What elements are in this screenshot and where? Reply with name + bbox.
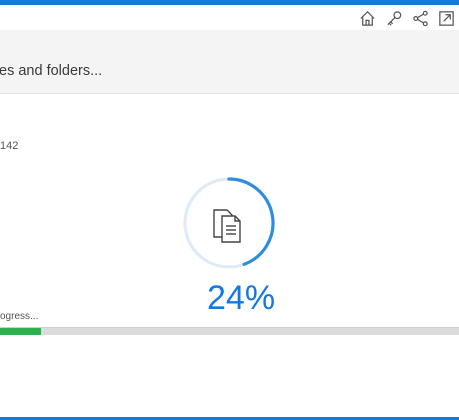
export-icon[interactable] [437,9,456,28]
header-panel: es and folders... [0,30,459,94]
title-bar [0,5,459,30]
file-count: 142 [0,140,19,152]
documents-icon [209,204,247,244]
progress-bar-fill [0,328,41,335]
progress-percent: 24% [207,279,276,317]
key-icon[interactable] [385,9,404,28]
progress-label: ogress... [0,311,39,322]
scan-status-text: es and folders... [0,63,103,79]
home-icon[interactable] [358,9,377,28]
share-icon[interactable] [411,9,430,28]
progress-bar [0,327,459,335]
